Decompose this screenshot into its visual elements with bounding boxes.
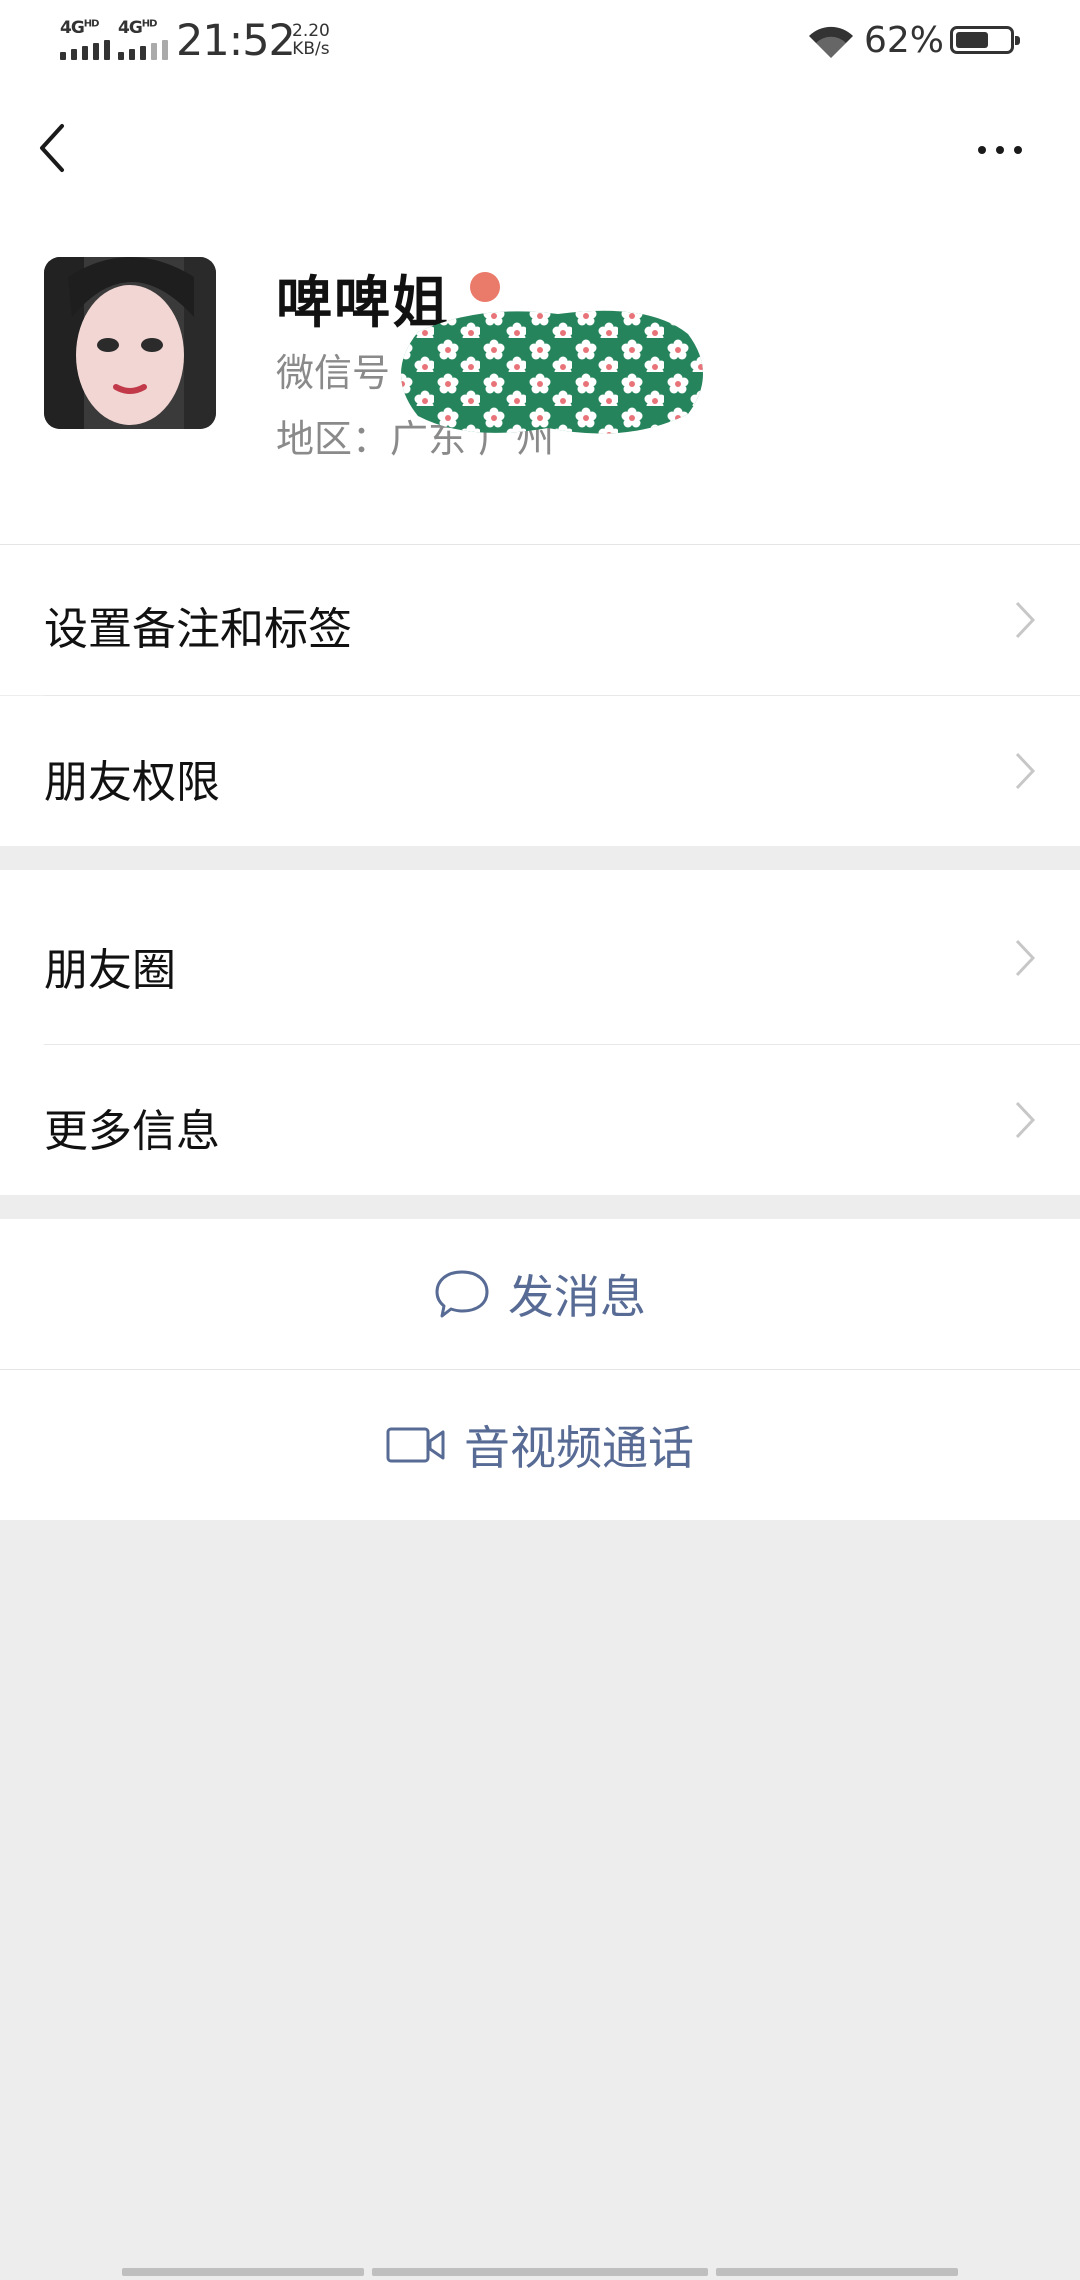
signal-1-icon: 4GHD <box>60 18 116 60</box>
chevron-right-icon <box>1015 752 1036 790</box>
avatar[interactable] <box>44 257 216 429</box>
row-label: 设置备注和标签 <box>44 604 352 655</box>
row-moments[interactable]: 朋友圈 <box>0 870 1080 1045</box>
row-label: 朋友权限 <box>44 757 220 808</box>
video-camera-icon <box>386 1427 445 1463</box>
redaction-mark <box>401 310 703 434</box>
video-call-button[interactable]: 音视频通话 <box>0 1370 1080 1520</box>
row-friend-permissions[interactable]: 朋友权限 <box>0 696 1080 846</box>
row-more-info[interactable]: 更多信息 <box>0 1045 1080 1195</box>
battery-icon <box>950 26 1020 54</box>
more-options-icon[interactable] <box>970 120 1030 180</box>
wechat-id-label: 微信号 <box>276 351 391 395</box>
gender-icon <box>470 272 500 302</box>
send-message-label: 发消息 <box>508 1270 646 1324</box>
status-time: 21:52 <box>176 16 296 66</box>
row-label: 朋友圈 <box>44 945 176 996</box>
chevron-right-icon <box>1015 939 1036 977</box>
video-call-label: 音视频通话 <box>464 1421 694 1475</box>
navigation-gesture-bar <box>0 2268 1080 2280</box>
battery-percent: 62% <box>864 20 945 61</box>
row-remark-tags[interactable]: 设置备注和标签 <box>0 545 1080 695</box>
back-arrow-icon[interactable] <box>30 118 80 178</box>
network-speed: 2.20 KB/s <box>292 21 330 59</box>
signal-2-icon: 4GHD <box>118 18 174 60</box>
chat-bubble-icon <box>435 1270 489 1318</box>
status-bar: 4GHD 4GHD 21:52 2.20 KB/s 62% <box>0 0 1080 84</box>
chevron-right-icon <box>1015 1101 1036 1139</box>
chevron-right-icon <box>1015 601 1036 639</box>
row-label: 更多信息 <box>44 1106 220 1157</box>
send-message-button[interactable]: 发消息 <box>0 1219 1080 1369</box>
wifi-icon <box>809 26 853 58</box>
